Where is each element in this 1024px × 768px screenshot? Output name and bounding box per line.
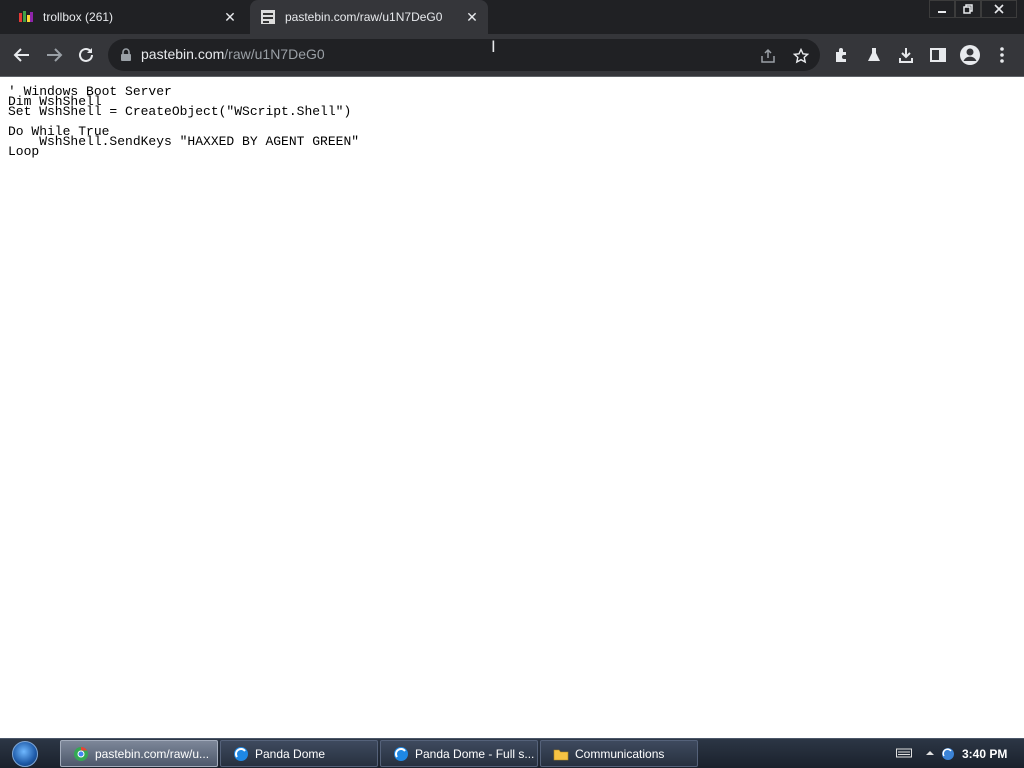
close-icon xyxy=(994,4,1004,14)
panda-icon xyxy=(234,746,248,761)
close-tab-icon[interactable]: ✕ xyxy=(464,9,480,25)
raw-paste-content: ' Windows Boot Server Dim WshShell Set W… xyxy=(8,85,360,159)
text-cursor-icon: I xyxy=(491,37,496,56)
tray-arrow-up-icon[interactable] xyxy=(925,747,935,759)
taskbar: pastebin.com/raw/u... Panda Dome Panda D… xyxy=(0,738,1024,768)
code-line: WshShell.SendKeys "HAXXED BY AGENT GREEN… xyxy=(8,134,360,149)
keyboard-icon[interactable] xyxy=(896,747,912,759)
panda-icon xyxy=(394,746,408,761)
url-host: pastebin.com xyxy=(141,46,225,62)
bookmark-star-icon[interactable] xyxy=(791,46,811,66)
code-line: Set WshShell = CreateObject("WScript.She… xyxy=(8,104,352,119)
side-panel-icon[interactable] xyxy=(927,44,949,66)
restore-button[interactable] xyxy=(955,0,981,18)
toolbar-divider xyxy=(0,76,1024,77)
tab-strip: trollbox (261) ✕ pastebin.com/raw/u1N7De… xyxy=(0,0,1024,34)
back-button[interactable] xyxy=(8,41,36,69)
address-bar[interactable]: pastebin.com/raw/u1N7DeG0 xyxy=(108,39,820,71)
lock-icon xyxy=(121,48,131,61)
tab-title: trollbox (261) xyxy=(43,10,114,24)
extensions-icon[interactable] xyxy=(831,44,853,66)
close-tab-icon[interactable]: ✕ xyxy=(222,9,238,25)
forward-button[interactable] xyxy=(40,41,68,69)
share-icon[interactable] xyxy=(758,46,778,66)
code-line: Loop xyxy=(8,144,40,159)
network-icon[interactable] xyxy=(941,747,955,761)
taskbar-item-communications[interactable]: Communications xyxy=(540,740,698,767)
labs-flask-icon[interactable] xyxy=(863,44,885,66)
menu-kebab-icon[interactable] xyxy=(991,44,1013,66)
taskbar-item-panda-dome-full[interactable]: Panda Dome - Full s... xyxy=(380,740,538,767)
taskbar-item-label: Panda Dome - Full s... xyxy=(415,746,535,761)
tab-pastebin[interactable]: pastebin.com/raw/u1N7DeG0 ✕ xyxy=(250,0,488,34)
browser-toolbar: pastebin.com/raw/u1N7DeG0 xyxy=(0,34,1024,76)
taskbar-item-label: pastebin.com/raw/u... xyxy=(95,746,210,761)
trollbox-favicon xyxy=(19,11,33,22)
clock[interactable]: 3:40 PM xyxy=(962,747,1007,761)
tab-trollbox[interactable]: trollbox (261) ✕ xyxy=(8,0,246,34)
restore-icon xyxy=(963,4,973,14)
url-path: /raw/u1N7DeG0 xyxy=(224,46,325,62)
taskbar-item-label: Panda Dome xyxy=(255,746,326,761)
url-text: pastebin.com/raw/u1N7DeG0 xyxy=(141,46,325,62)
taskbar-item-pastebin[interactable]: pastebin.com/raw/u... xyxy=(60,740,218,767)
close-window-button[interactable] xyxy=(981,0,1017,18)
back-arrow-icon xyxy=(13,48,29,62)
profile-avatar-icon[interactable] xyxy=(959,44,981,66)
windows-logo-icon xyxy=(12,741,38,767)
taskbar-item-label: Communications xyxy=(575,746,665,761)
folder-icon xyxy=(553,749,569,760)
tab-title: pastebin.com/raw/u1N7DeG0 xyxy=(285,10,443,24)
pastebin-favicon xyxy=(261,10,275,24)
reload-icon xyxy=(79,47,93,62)
download-icon[interactable] xyxy=(895,44,917,66)
minimize-icon xyxy=(938,11,946,13)
chrome-icon xyxy=(74,746,88,761)
taskbar-item-panda-dome[interactable]: Panda Dome xyxy=(220,740,378,767)
start-button[interactable] xyxy=(6,740,44,768)
forward-arrow-icon xyxy=(47,48,63,62)
minimize-button[interactable] xyxy=(929,0,955,18)
reload-button[interactable] xyxy=(72,41,100,69)
